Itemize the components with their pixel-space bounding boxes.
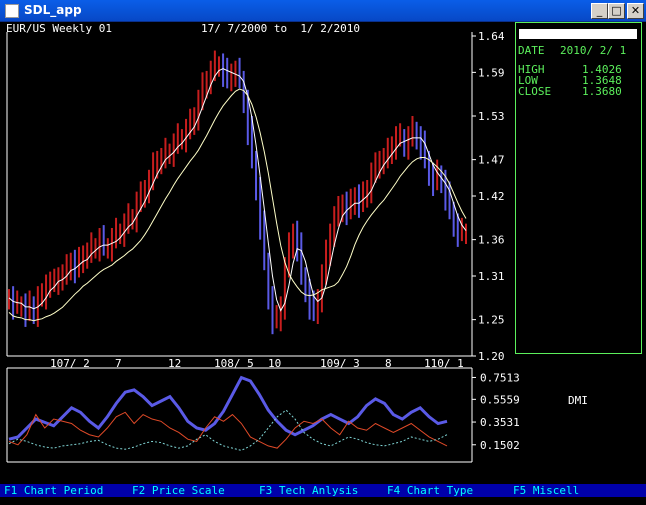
maximize-button[interactable]: □	[608, 3, 625, 19]
indicator-label: DMI	[568, 394, 588, 407]
price-tick-label: 1.31	[478, 270, 505, 283]
f4-chart-type-button[interactable]: F4 Chart Type	[387, 484, 473, 497]
info-panel: DATE 2010/ 2/ 1 HIGH 1.4026 LOW 1.3648 C…	[515, 22, 642, 354]
chart-canvas[interactable]: EUR/US Weekly 01 17/ 7/2000 to 1/ 2/2010…	[0, 22, 646, 505]
dmi-adx-line	[8, 409, 448, 451]
indicator-tick-label: 0.5559	[480, 393, 520, 406]
indicator-tick-label: 0.1502	[480, 439, 520, 452]
close-button[interactable]: ✕	[627, 3, 644, 19]
price-tick-label: 1.25	[478, 314, 505, 327]
dmi-plus-line	[8, 375, 448, 441]
info-panel-header-bar	[519, 29, 637, 39]
f2-price-scale-button[interactable]: F2 Price Scale	[132, 484, 225, 497]
short-moving-average-line	[8, 68, 467, 312]
price-tick-label: 1.20	[478, 350, 505, 363]
time-tick-label: 108/ 5	[214, 357, 254, 370]
info-close-label: CLOSE	[518, 85, 552, 98]
time-tick-label: 107/ 2	[50, 357, 90, 370]
price-tick-label: 1.42	[478, 190, 505, 203]
dmi-minus-line	[8, 411, 448, 449]
long-moving-average-line	[8, 88, 467, 322]
indicator-tick-label: 0.3531	[480, 416, 520, 429]
price-tick-label: 1.47	[478, 154, 505, 167]
f5-miscellaneous-button[interactable]: F5 Miscell	[513, 484, 579, 497]
info-close-value: 1.3680	[582, 85, 622, 98]
time-tick-label: 8	[385, 357, 392, 370]
f1-chart-period-button[interactable]: F1 Chart Period	[4, 484, 103, 497]
window-titlebar[interactable]: SDL_app _ □ ✕	[0, 0, 646, 22]
info-date-label: DATE	[518, 44, 545, 57]
price-tick-label: 1.64	[478, 30, 505, 43]
minimize-button[interactable]: _	[591, 3, 608, 19]
time-tick-label: 109/ 3	[320, 357, 360, 370]
window-title: SDL_app	[24, 3, 82, 17]
app-icon	[5, 4, 19, 18]
f3-tech-analysis-button[interactable]: F3 Tech Anlysis	[259, 484, 358, 497]
price-tick-label: 1.36	[478, 234, 505, 247]
info-date-value: 2010/ 2/ 1	[560, 44, 627, 57]
function-key-bar: F1 Chart Period F2 Price Scale F3 Tech A…	[0, 484, 646, 497]
time-tick-label: 10	[268, 357, 281, 370]
price-tick-label: 1.59	[478, 66, 505, 79]
time-tick-label: 7	[115, 357, 122, 370]
time-tick-label: 12	[168, 357, 181, 370]
time-tick-label: 110/ 1	[424, 357, 464, 370]
indicator-tick-label: 0.7513	[480, 371, 520, 384]
price-tick-label: 1.53	[478, 110, 505, 123]
